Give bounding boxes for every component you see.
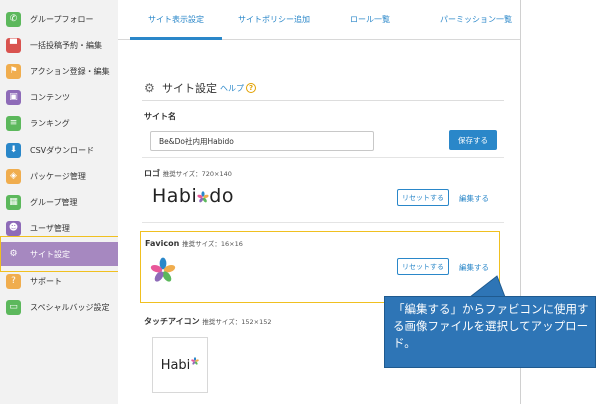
annotation-callout: 「編集する」からファビコンに使用する画像ファイルを選択してアップロード。 — [384, 296, 596, 368]
favicon-size-hint: 推奨サイズ：16×16 — [182, 240, 243, 248]
sidebar-item-label: サイト設定 — [30, 249, 70, 259]
sidebar-item-label: アクション登録・編集 — [30, 66, 110, 76]
gear-icon: ⚙ — [6, 246, 21, 262]
sidebar-item-label: パッケージ管理 — [30, 171, 86, 181]
site-name-label: サイト名 — [144, 112, 176, 121]
title-divider — [142, 100, 504, 101]
page-title-text: サイト設定 — [162, 82, 217, 95]
sidebar-item-support[interactable]: ? サポート — [0, 269, 118, 293]
touch-icon-size-hint: 推奨サイズ：152×152 — [202, 318, 272, 326]
logo-text-right: do — [209, 185, 234, 207]
save-button[interactable]: 保存する — [449, 130, 497, 150]
book-icon: ▣ — [6, 89, 21, 105]
sidebar-item-package[interactable]: ◈ パッケージ管理 — [0, 164, 118, 188]
help-icon[interactable]: ? — [246, 83, 256, 93]
sidebar-item-action[interactable]: ⚑ アクション登録・編集 — [0, 59, 118, 83]
sidebar-item-label: グループ管理 — [30, 197, 78, 207]
sidebar-item-special-badge[interactable]: ▭ スペシャルバッジ設定 — [0, 295, 118, 319]
sidebar-item-label: CSVダウンロード — [30, 145, 95, 155]
page-title: ⚙ サイト設定 ヘルプ ? — [144, 80, 256, 96]
sidebar-item-label: サポート — [30, 276, 62, 286]
users-icon: ☻ — [6, 220, 21, 236]
touch-icon-label-text: タッチアイコン — [144, 317, 200, 326]
favicon-preview-image — [150, 257, 176, 282]
tab-site-policy[interactable]: サイトポリシー追加 — [238, 14, 310, 25]
favicon-edit-link[interactable]: 編集する — [459, 262, 489, 273]
sidebar-item-label: スペシャルバッジ設定 — [30, 302, 110, 312]
gear-icon: ⚙ — [144, 81, 155, 95]
sidebar-item-label: ユーザ管理 — [30, 223, 70, 233]
tab-bar: サイト表示設定 サイトポリシー追加 ロール一覧 パーミッション一覧 — [118, 0, 520, 40]
help-icon: ? — [6, 273, 21, 289]
sidebar: ✆ グループフォロー ▀ 一括投稿予約・編集 ⚑ アクション登録・編集 ▣ コン… — [0, 0, 118, 404]
logo-edit-link[interactable]: 編集する — [459, 193, 489, 204]
divider — [142, 222, 504, 223]
logo-text-left: Habi — [152, 185, 198, 207]
flower-icon — [191, 357, 200, 365]
sidebar-item-group-follow[interactable]: ✆ グループフォロー — [0, 7, 118, 31]
sidebar-item-label: ランキング — [30, 118, 70, 128]
logo-label: ロゴ 推奨サイズ：720×140 — [144, 168, 232, 179]
flag-icon: ⚑ — [6, 63, 21, 79]
tab-permission-list[interactable]: パーミッション一覧 — [440, 14, 512, 25]
sidebar-item-contents[interactable]: ▣ コンテンツ — [0, 85, 118, 109]
touch-icon-label: タッチアイコン 推奨サイズ：152×152 — [144, 316, 271, 327]
site-name-input[interactable] — [150, 131, 374, 151]
touch-icon-preview: Habi — [152, 337, 208, 393]
comment-icon: ▀ — [6, 37, 21, 53]
sidebar-item-group-admin[interactable]: ▦ グループ管理 — [0, 190, 118, 214]
logo-label-text: ロゴ — [144, 169, 160, 178]
sidebar-item-site-settings[interactable]: ⚙ サイト設定 — [0, 242, 118, 266]
sidebar-item-csv[interactable]: ⬇ CSVダウンロード — [0, 138, 118, 162]
sidebar-item-user-admin[interactable]: ☻ ユーザ管理 — [0, 216, 118, 240]
sidebar-item-label: 一括投稿予約・編集 — [30, 40, 102, 50]
help-link[interactable]: ヘルプ — [220, 83, 244, 94]
phone-icon: ✆ — [6, 11, 21, 27]
list-icon: ≡ — [6, 115, 21, 131]
favicon-label-text: Favicon — [145, 239, 180, 248]
tab-site-display[interactable]: サイト表示設定 — [148, 14, 204, 25]
touch-icon-text: Habi — [160, 357, 191, 373]
download-icon: ⬇ — [6, 142, 21, 158]
sidebar-item-ranking[interactable]: ≡ ランキング — [0, 111, 118, 135]
sidebar-item-label: コンテンツ — [30, 92, 70, 102]
favicon-label: Favicon 推奨サイズ：16×16 — [145, 238, 243, 248]
divider — [142, 157, 504, 158]
layers-icon: ◈ — [6, 168, 21, 184]
flower-icon — [197, 190, 209, 202]
sidebar-item-bulk-post[interactable]: ▀ 一括投稿予約・編集 — [0, 33, 118, 57]
logo-reset-button[interactable]: リセットする — [397, 189, 449, 206]
grid-icon: ▦ — [6, 194, 21, 210]
logo-image: Habi do — [152, 185, 234, 207]
tab-role-list[interactable]: ロール一覧 — [350, 14, 390, 25]
logo-size-hint: 推奨サイズ：720×140 — [162, 170, 232, 178]
favicon-reset-button[interactable]: リセットする — [397, 258, 449, 275]
monitor-icon: ▭ — [6, 299, 21, 315]
sidebar-item-label: グループフォロー — [30, 14, 94, 24]
